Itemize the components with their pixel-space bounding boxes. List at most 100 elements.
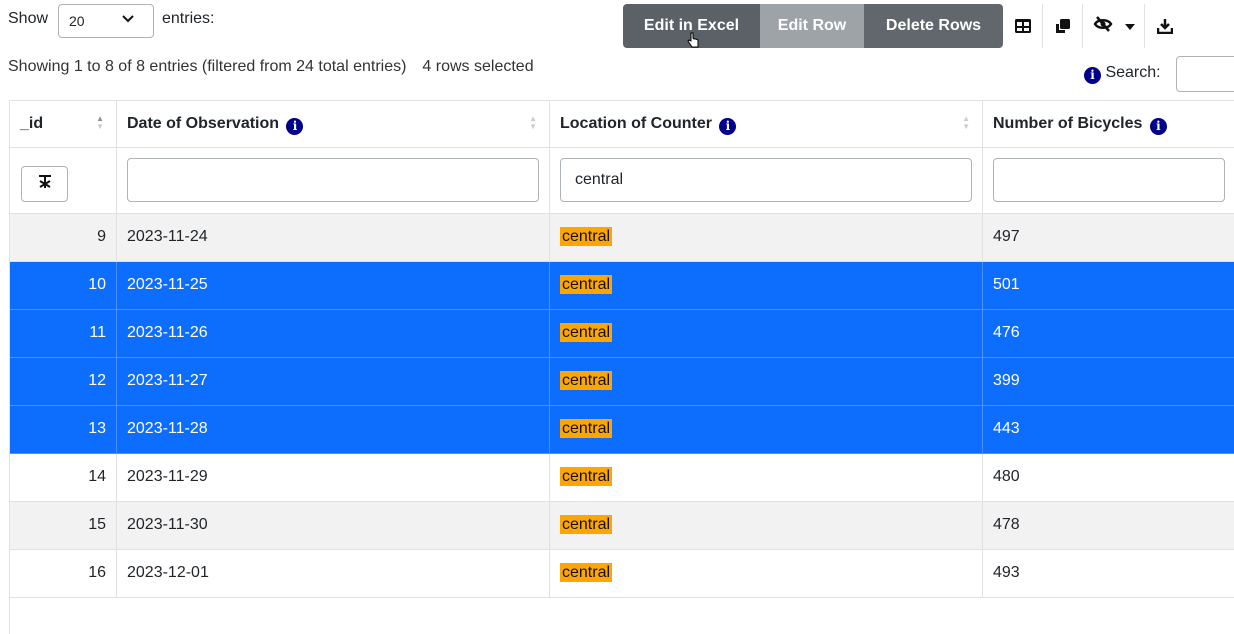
cell-bicycles: 501 [983, 262, 1234, 309]
cell-bicycles: 443 [983, 406, 1234, 453]
entries-length-select[interactable]: 20 [58, 4, 154, 38]
cell-id-value: 16 [88, 564, 106, 581]
cell-bicycles-value: 480 [993, 468, 1020, 485]
search-input[interactable] [1176, 56, 1234, 92]
column-label: _id [20, 115, 44, 132]
sort-icon: ▲ ▼ [529, 114, 537, 131]
table-info: Showing 1 to 8 of 8 entries (filtered fr… [8, 58, 534, 76]
cell-id: 14 [10, 454, 117, 501]
cell-location-value: central [560, 563, 613, 582]
table-row[interactable]: 10 2023-11-25 central 501 [10, 262, 1234, 310]
cell-bicycles-value: 476 [993, 324, 1020, 341]
table-row[interactable]: 12 2023-11-27 central 399 [10, 358, 1234, 406]
cell-id: 12 [10, 358, 117, 405]
show-label: Show [8, 10, 49, 27]
download-icon[interactable] [1145, 4, 1185, 48]
table-row[interactable]: 16 2023-12-01 central 493 [10, 550, 1234, 598]
clear-filter-icon [38, 174, 52, 194]
cell-location-value: central [560, 275, 613, 294]
table-icon[interactable] [1003, 4, 1043, 48]
info-icon[interactable]: i [1084, 67, 1101, 84]
cell-location: central [550, 358, 983, 405]
cell-id-value: 9 [97, 228, 106, 245]
cell-date: 2023-11-24 [117, 214, 550, 261]
info-icon[interactable]: i [719, 118, 737, 135]
cell-date-value: 2023-11-29 [127, 468, 208, 485]
bicycles-filter-input[interactable] [993, 158, 1225, 202]
cell-id-value: 11 [89, 324, 106, 341]
cell-id-value: 13 [88, 420, 106, 437]
column-header-location[interactable]: Location of Counter i ▲ ▼ [550, 101, 983, 147]
cell-id-value: 12 [88, 372, 106, 389]
sort-icon: ▲ ▼ [96, 114, 104, 131]
delete-rows-button[interactable]: Delete Rows [864, 4, 1003, 48]
clear-filter-button[interactable] [21, 166, 68, 202]
copy-icon[interactable] [1043, 4, 1083, 48]
cell-date-value: 2023-12-01 [127, 564, 209, 581]
cell-date: 2023-11-26 [117, 310, 550, 357]
table-row[interactable]: 14 2023-11-29 central 480 [10, 454, 1234, 502]
date-filter-input[interactable] [127, 158, 539, 202]
column-label: Number of Bicycles [993, 115, 1143, 132]
cell-bicycles: 480 [983, 454, 1234, 501]
cell-bicycles: 476 [983, 310, 1234, 357]
table-row[interactable]: 13 2023-11-28 central 443 [10, 406, 1234, 454]
column-label: Location of Counter [560, 115, 712, 132]
cell-bicycles-value: 501 [993, 276, 1020, 293]
table-row[interactable]: 9 2023-11-24 central 497 [10, 214, 1234, 262]
cell-date: 2023-11-25 [117, 262, 550, 309]
table-header-row: _id ▲ ▼ Date of Observation i ▲ ▼ Location… [10, 100, 1234, 148]
cell-location: central [550, 310, 983, 357]
column-visibility-toggle[interactable] [1083, 4, 1145, 48]
data-table: _id ▲ ▼ Date of Observation i ▲ ▼ Location… [9, 100, 1234, 634]
cell-id: 10 [10, 262, 117, 309]
toolbar: Show 20 entries: Edit in Excel Edit Row … [0, 0, 1234, 48]
cell-id-value: 10 [88, 276, 106, 293]
search-label-text: Search: [1105, 64, 1161, 81]
cell-location: central [550, 502, 983, 549]
cell-date: 2023-11-30 [117, 502, 550, 549]
cell-location-value: central [560, 467, 613, 486]
cell-bicycles-value: 399 [993, 372, 1020, 389]
column-header-date[interactable]: Date of Observation i ▲ ▼ [117, 101, 550, 147]
cell-date: 2023-12-01 [117, 550, 550, 597]
cell-bicycles: 497 [983, 214, 1234, 261]
entries-length-value: 20 [69, 13, 85, 29]
cell-id: 9 [10, 214, 117, 261]
column-header-bicycles[interactable]: Number of Bicycles i [983, 101, 1234, 147]
cell-bicycles-value: 497 [993, 228, 1020, 245]
caret-down-icon [1124, 17, 1135, 35]
cell-id: 15 [10, 502, 117, 549]
table-row[interactable]: 11 2023-11-26 central 476 [10, 310, 1234, 358]
cell-date-value: 2023-11-27 [127, 372, 208, 389]
cell-location-value: central [560, 419, 613, 438]
column-label: Date of Observation [127, 115, 280, 132]
cell-location: central [550, 550, 983, 597]
cell-location: central [550, 214, 983, 261]
sort-icon: ▲ ▼ [962, 114, 970, 131]
cell-location: central [550, 262, 983, 309]
eye-slash-icon [1093, 15, 1113, 37]
action-button-group: Edit in Excel Edit Row Delete Rows [623, 4, 1003, 48]
cell-location: central [550, 454, 983, 501]
column-header-id[interactable]: _id ▲ ▼ [10, 101, 117, 147]
table-row[interactable]: 15 2023-11-30 central 478 [10, 502, 1234, 550]
entries-label: entries: [162, 10, 215, 27]
cell-bicycles-value: 493 [993, 564, 1020, 581]
cell-location: central [550, 406, 983, 453]
info-icon[interactable]: i [286, 118, 304, 135]
info-icon[interactable]: i [1149, 118, 1167, 135]
cell-id: 16 [10, 550, 117, 597]
cell-id-value: 15 [88, 516, 106, 533]
chevron-down-icon [121, 11, 135, 30]
cell-bicycles-value: 478 [993, 516, 1020, 533]
cell-location-value: central [560, 227, 613, 246]
filter-row: central [10, 148, 1234, 214]
edit-row-button[interactable]: Edit Row [760, 4, 864, 48]
cell-date-value: 2023-11-28 [127, 420, 208, 437]
location-filter-input[interactable]: central [560, 158, 972, 202]
edit-in-excel-button[interactable]: Edit in Excel [623, 4, 760, 48]
cell-bicycles: 493 [983, 550, 1234, 597]
edit-row-label: Edit Row [777, 17, 847, 34]
cell-bicycles: 399 [983, 358, 1234, 405]
